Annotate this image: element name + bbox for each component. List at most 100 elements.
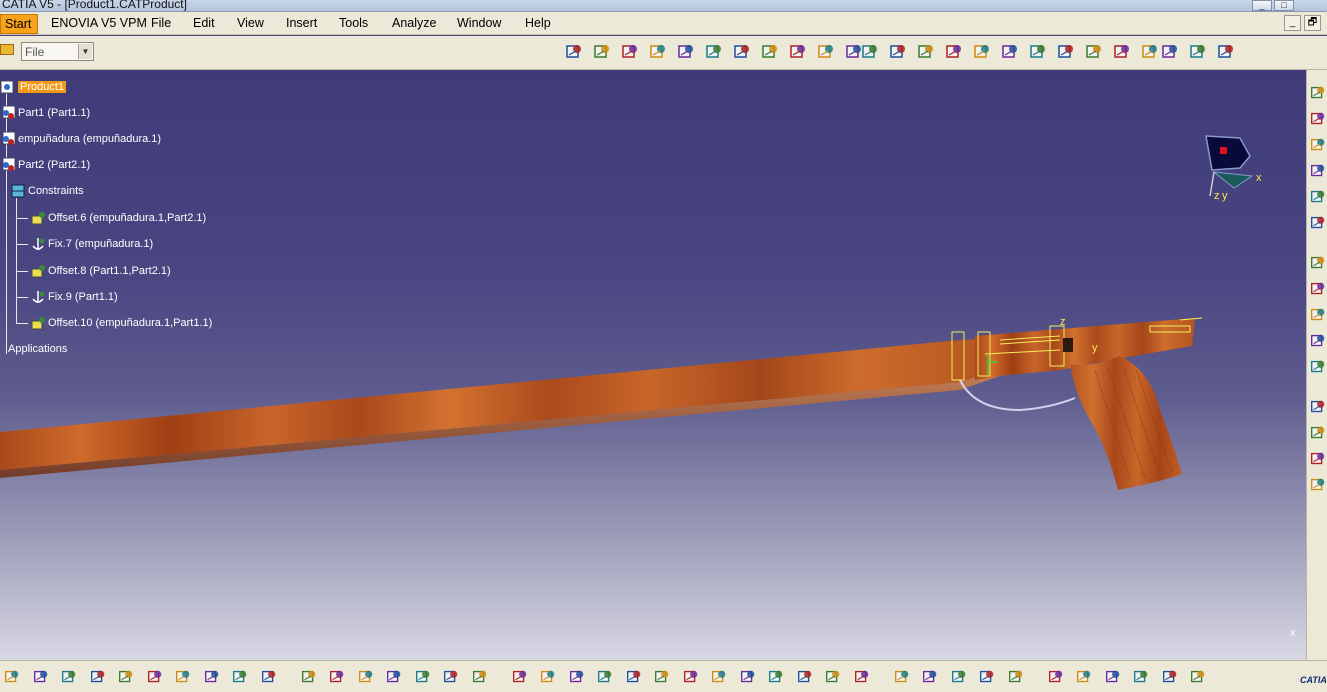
update-icon[interactable] [787, 41, 809, 63]
chain-icon[interactable] [1006, 667, 1026, 687]
formula-icon[interactable] [299, 667, 319, 687]
tree-constraint-offset8[interactable]: Offset.8 (Part1.1,Part2.1) [30, 263, 171, 279]
chevron-down-icon[interactable]: ▼ [78, 44, 92, 59]
replace-icon[interactable] [915, 41, 937, 63]
cube-icon-11[interactable] [1309, 398, 1327, 416]
menu-file[interactable]: File [151, 16, 171, 30]
model-icon-8[interactable] [1309, 306, 1327, 324]
tree-item-part2[interactable]: Part2 (Part2.1) [0, 157, 90, 173]
spring-icon[interactable] [703, 41, 725, 63]
tree-constraint-offset6[interactable]: Offset.6 (empuñadura.1,Part2.1) [30, 210, 206, 226]
measure-icon[interactable] [1159, 41, 1181, 63]
drafting-icon-0[interactable] [1309, 84, 1327, 102]
menu-window[interactable]: Window [457, 16, 501, 30]
clipping-icon[interactable] [823, 667, 843, 687]
gear-icon[interactable] [859, 41, 881, 63]
model-icon-9[interactable] [1309, 332, 1327, 350]
zoom-in-icon[interactable] [624, 667, 644, 687]
copy-icon[interactable] [145, 667, 165, 687]
fly-icon[interactable] [510, 667, 530, 687]
open-icon[interactable] [31, 667, 51, 687]
snap-icon[interactable] [731, 41, 753, 63]
link-icon[interactable] [563, 41, 585, 63]
whats-this-icon[interactable] [259, 667, 279, 687]
workbench-combo[interactable]: File ▼ [21, 42, 94, 61]
fix-icon[interactable] [647, 41, 669, 63]
menu-start[interactable]: Start [0, 14, 39, 34]
menu-analyze[interactable]: Analyze [392, 16, 436, 30]
save-icon[interactable] [59, 667, 79, 687]
model-icon-7[interactable] [1309, 280, 1327, 298]
compass-widget[interactable]: x z y [1200, 130, 1262, 202]
print-icon[interactable] [88, 667, 108, 687]
sheet-icon-14[interactable] [1309, 476, 1327, 494]
tree-item-applications[interactable]: Applications [8, 343, 67, 355]
lock-icon[interactable] [441, 667, 461, 687]
settings-icon[interactable] [977, 667, 997, 687]
menu-enovia[interactable]: ENOVIA V5 VPM [51, 16, 147, 30]
model-render[interactable] [0, 70, 1306, 660]
tree-item-constraints[interactable]: Constraints [10, 183, 84, 199]
refresh-icon[interactable] [1188, 667, 1208, 687]
edit-icon-3[interactable] [1309, 162, 1327, 180]
clash-icon[interactable] [1187, 41, 1209, 63]
paste-geom-icon[interactable] [1103, 667, 1123, 687]
new-icon[interactable] [2, 667, 22, 687]
undo-icon[interactable] [202, 667, 222, 687]
annotate-icon[interactable] [1083, 41, 1105, 63]
menu-tools[interactable]: Tools [339, 16, 368, 30]
component-icon[interactable] [943, 41, 965, 63]
sketch-icon[interactable] [1139, 41, 1161, 63]
network-icon[interactable] [413, 667, 433, 687]
tree-item-empunadura[interactable]: empuñadura (empuñadura.1) [0, 131, 161, 147]
fit-all-icon[interactable] [538, 667, 558, 687]
rotate-icon[interactable] [595, 667, 615, 687]
iso-view-icon[interactable] [709, 667, 729, 687]
menu-edit[interactable]: Edit [193, 16, 215, 30]
star-icon[interactable] [1215, 41, 1237, 63]
zoom-out-icon[interactable] [652, 667, 672, 687]
menu-help[interactable]: Help [525, 16, 551, 30]
export-icon[interactable] [1160, 667, 1180, 687]
shading-icon[interactable] [619, 41, 641, 63]
catalog-icon[interactable] [999, 41, 1021, 63]
sheet-icon-13[interactable] [1309, 450, 1327, 468]
tree-constraint-fix9[interactable]: Fix.9 (Part1.1) [30, 289, 118, 305]
brush-icon[interactable] [949, 667, 969, 687]
doc-icon-1[interactable] [1309, 110, 1327, 128]
doc-icon-2[interactable] [1309, 136, 1327, 154]
gear-run-icon[interactable] [920, 667, 940, 687]
cut-icon[interactable] [116, 667, 136, 687]
window-maximize-button[interactable]: □ [1274, 0, 1294, 11]
tree-constraint-fix7[interactable]: Fix.7 (empuñadura.1) [30, 236, 153, 252]
model-icon-6[interactable] [1309, 254, 1327, 272]
folder-icon[interactable] [0, 44, 14, 55]
sim-icon[interactable] [892, 667, 912, 687]
tree-root-product[interactable]: Product1 [0, 79, 67, 95]
hide-show-icon[interactable] [766, 667, 786, 687]
tree-item-part1[interactable]: Part1 (Part1.1) [0, 105, 90, 121]
sketch-icon-4[interactable] [1309, 188, 1327, 206]
sheet-icon-12[interactable] [1309, 424, 1327, 442]
catalog-bottom-icon[interactable] [852, 667, 872, 687]
grid-icon[interactable] [384, 667, 404, 687]
anchor-icon[interactable] [675, 41, 697, 63]
arrows-icon[interactable] [1046, 667, 1066, 687]
mdi-restore-button[interactable]: 🗗 [1304, 15, 1321, 31]
model-icon-5[interactable] [1309, 214, 1327, 232]
swap-icon[interactable] [795, 667, 815, 687]
list-icon-10[interactable] [1309, 358, 1327, 376]
tag-icon[interactable] [356, 667, 376, 687]
3d-viewport[interactable]: z y x x z y Product1 Part1 (Part1.1) emp… [0, 70, 1306, 660]
window-minimize-button[interactable]: _ [1252, 0, 1272, 11]
table-icon[interactable] [1055, 41, 1077, 63]
mdi-minimize-button[interactable]: _ [1284, 15, 1301, 31]
pan-icon[interactable] [567, 667, 587, 687]
comment-icon[interactable] [327, 667, 347, 687]
properties-icon[interactable] [1111, 41, 1133, 63]
bill-icon[interactable] [1027, 41, 1049, 63]
gear-add-icon[interactable] [887, 41, 909, 63]
menu-view[interactable]: View [237, 16, 264, 30]
part-icon[interactable] [591, 41, 613, 63]
camera-icon[interactable] [1131, 667, 1151, 687]
